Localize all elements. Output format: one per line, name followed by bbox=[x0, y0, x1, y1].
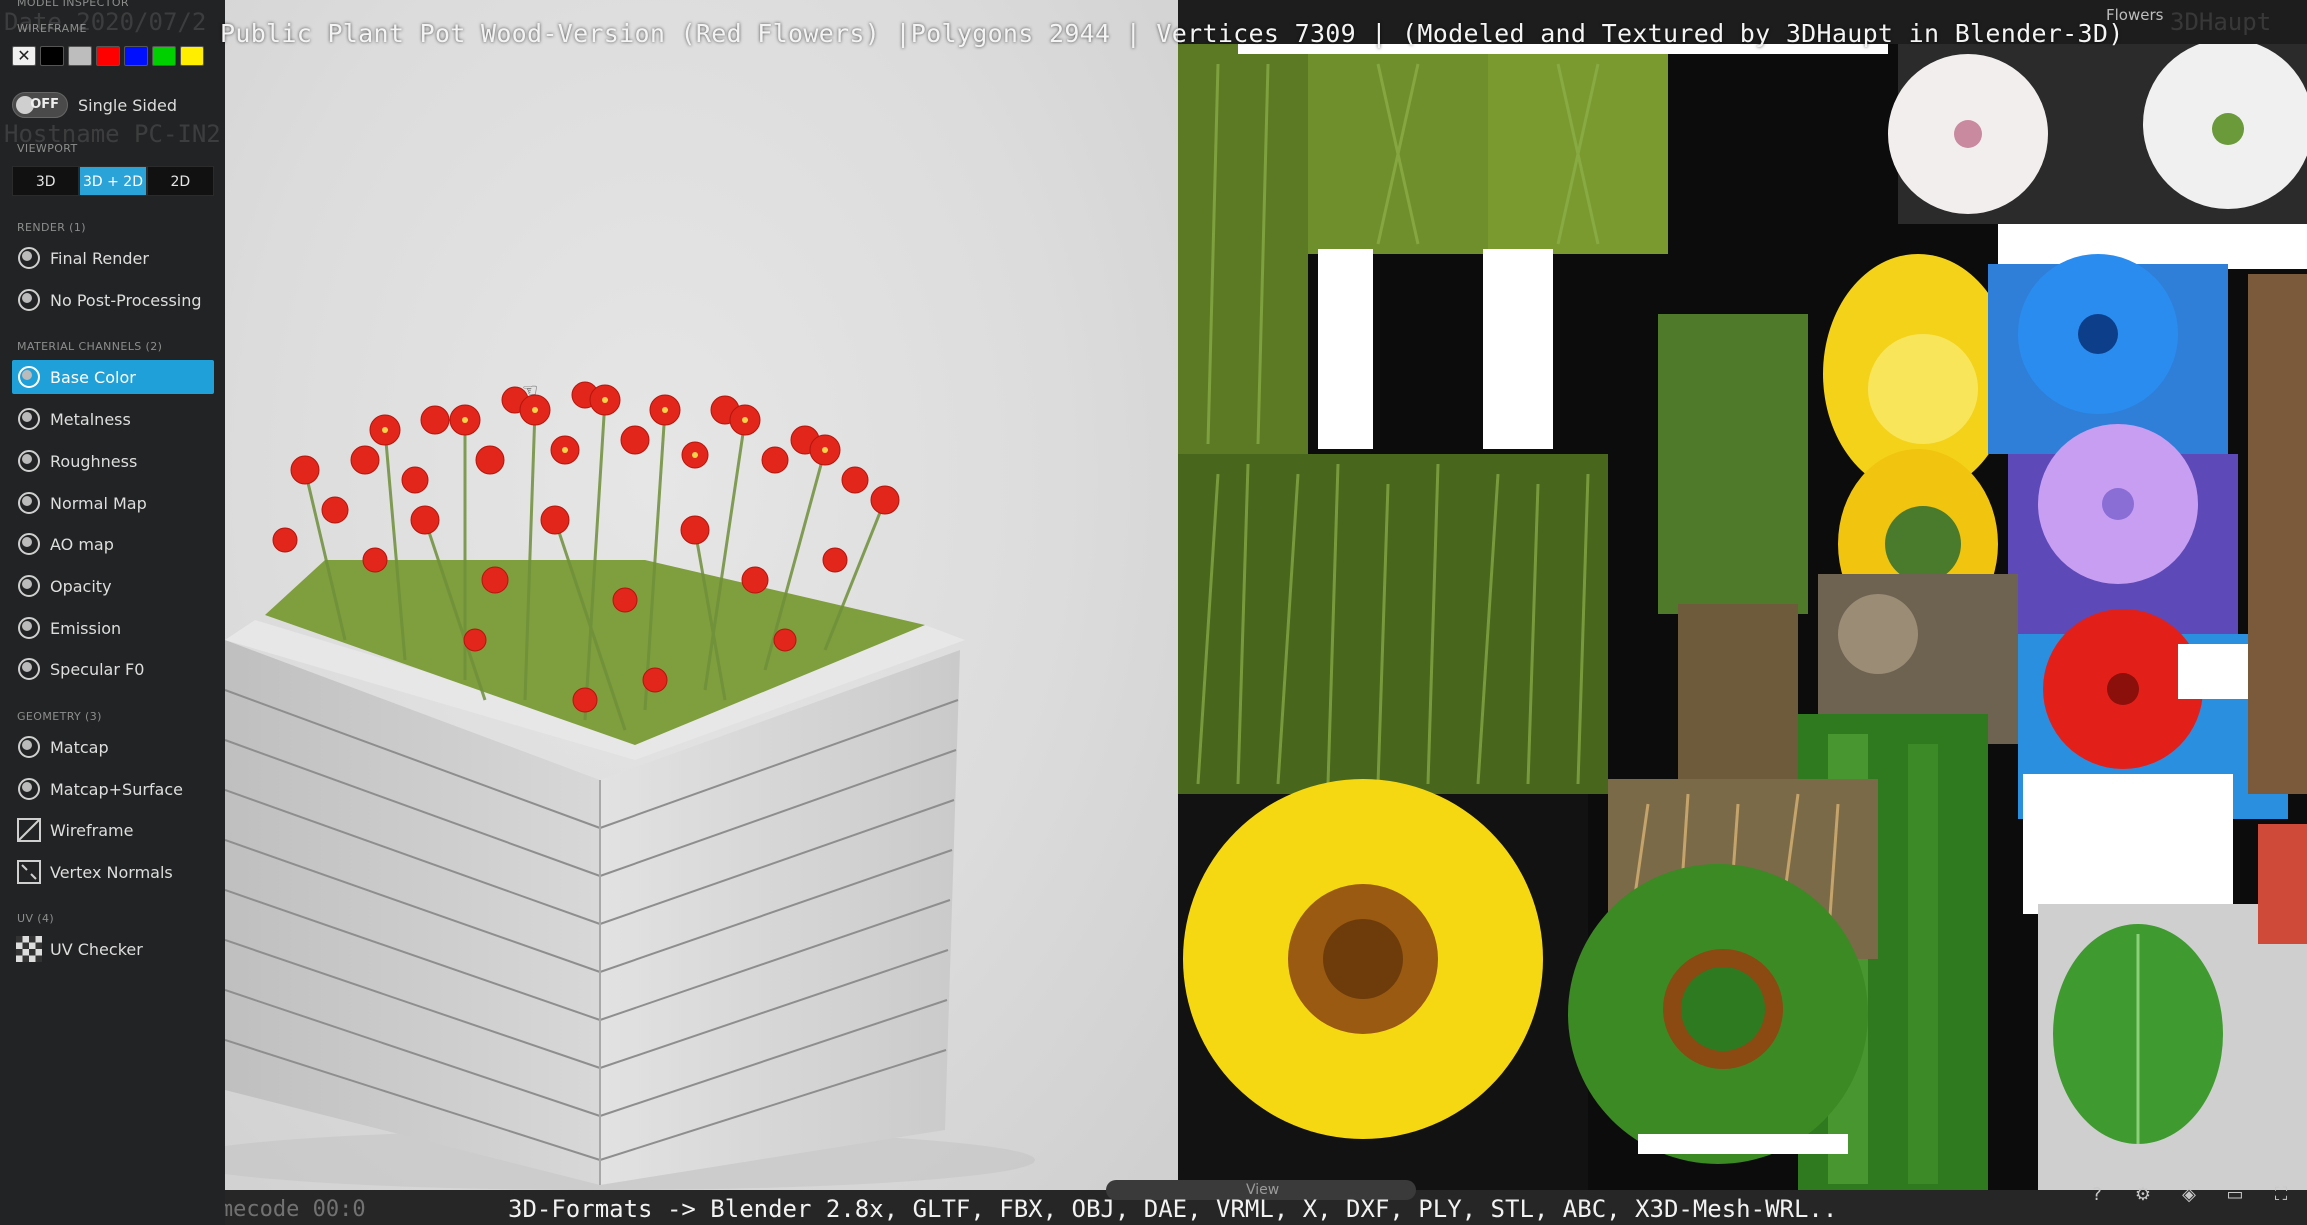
uv-checker-icon bbox=[16, 936, 42, 962]
menu-roughness[interactable]: Roughness bbox=[12, 444, 214, 478]
menu-wireframe[interactable]: Wireframe bbox=[12, 813, 214, 847]
uv-panel-label: Flowers bbox=[2106, 6, 2164, 24]
bottom-right-toolbar: ? ⚙ ◈ ▭ ⛶ bbox=[2085, 1184, 2293, 1205]
viewport-mode-group: 3D 3D + 2D 2D bbox=[12, 166, 214, 196]
menu-label: UV Checker bbox=[50, 939, 143, 959]
viewport-3d-button[interactable]: 3D bbox=[12, 166, 80, 196]
swatch-black[interactable] bbox=[40, 46, 64, 66]
menu-label: Metalness bbox=[50, 409, 131, 429]
section-label-geometry: GEOMETRY (3) bbox=[17, 710, 102, 723]
section-label-material: MATERIAL CHANNELS (2) bbox=[17, 340, 163, 353]
section-label-uv: UV (4) bbox=[17, 912, 55, 925]
matcap-surface-icon bbox=[16, 776, 42, 802]
menu-label: Vertex Normals bbox=[50, 862, 173, 882]
menu-label: AO map bbox=[50, 534, 114, 554]
vr-icon[interactable]: ▭ bbox=[2223, 1184, 2247, 1205]
menu-metalness[interactable]: Metalness bbox=[12, 402, 214, 436]
specular-sphere-icon bbox=[16, 656, 42, 682]
render-sphere-icon bbox=[16, 287, 42, 313]
model-title-overlay: Public Plant Pot Wood-Version (Red Flowe… bbox=[220, 19, 2124, 48]
dotted-sphere-icon bbox=[16, 448, 42, 474]
layers-icon[interactable]: ◈ bbox=[2177, 1184, 2201, 1205]
lightning-icon bbox=[16, 406, 42, 432]
menu-normal-map[interactable]: Normal Map bbox=[12, 486, 214, 520]
3d-viewport[interactable] bbox=[225, 0, 1178, 1190]
single-sided-toggle[interactable]: OFF bbox=[12, 92, 68, 118]
normal-map-icon bbox=[16, 490, 42, 516]
swatch-gray[interactable] bbox=[68, 46, 92, 66]
menu-matcap-surface[interactable]: Matcap+Surface bbox=[12, 772, 214, 806]
viewport-2d-button[interactable]: 2D bbox=[146, 166, 214, 196]
fullscreen-icon[interactable]: ⛶ bbox=[2269, 1184, 2293, 1205]
color-drop-icon bbox=[16, 364, 42, 390]
menu-label: No Post-Processing bbox=[50, 290, 202, 310]
section-label-render: RENDER (1) bbox=[17, 221, 86, 234]
wireframe-color-swatches: ✕ bbox=[12, 46, 204, 66]
viewport-3d-2d-button[interactable]: 3D + 2D bbox=[79, 166, 147, 196]
uv-texture-viewport[interactable] bbox=[1178, 44, 2307, 1190]
menu-emission[interactable]: Emission bbox=[12, 611, 214, 645]
menu-vertex-normals[interactable]: Vertex Normals bbox=[12, 855, 214, 889]
vertex-normals-icon bbox=[16, 859, 42, 885]
ghost-author-text: 3DHaupt bbox=[2170, 8, 2272, 36]
checker-sphere-icon bbox=[16, 573, 42, 599]
menu-label: Emission bbox=[50, 618, 122, 638]
swatch-blue[interactable] bbox=[124, 46, 148, 66]
help-icon[interactable]: ? bbox=[2085, 1184, 2109, 1205]
menu-label: Matcap+Surface bbox=[50, 779, 183, 799]
menu-specular-f0[interactable]: Specular F0 bbox=[12, 652, 214, 686]
close-icon[interactable]: ✕ bbox=[12, 46, 36, 66]
menu-no-post-processing[interactable]: No Post-Processing bbox=[12, 283, 214, 317]
swatch-red[interactable] bbox=[96, 46, 120, 66]
formats-caption: 3D-Formats -> Blender 2.8x, GLTF, FBX, O… bbox=[508, 1195, 1838, 1223]
ghost-hostname-text: Hostname PC-IN2 bbox=[4, 120, 221, 148]
single-sided-row: OFF Single Sided bbox=[12, 92, 177, 118]
menu-label: Roughness bbox=[50, 451, 138, 471]
cursor-hand-icon: ☜ bbox=[522, 380, 539, 401]
menu-matcap[interactable]: Matcap bbox=[12, 730, 214, 764]
menu-label: Normal Map bbox=[50, 493, 147, 513]
texture-atlas bbox=[1178, 44, 2307, 1190]
toggle-state: OFF bbox=[30, 97, 59, 112]
menu-ao-map[interactable]: AO map bbox=[12, 527, 214, 561]
render-sphere-icon bbox=[16, 245, 42, 271]
menu-label: Matcap bbox=[50, 737, 109, 757]
settings-icon[interactable]: ⚙ bbox=[2131, 1184, 2155, 1205]
matcap-sphere-icon bbox=[16, 734, 42, 760]
menu-uv-checker[interactable]: UV Checker bbox=[12, 932, 214, 966]
wireframe-icon bbox=[16, 817, 42, 843]
menu-base-color[interactable]: Base Color bbox=[12, 360, 214, 394]
menu-label: Specular F0 bbox=[50, 659, 145, 679]
planter-render bbox=[225, 381, 1035, 1190]
ghost-date-text: Date 2020/07/2 bbox=[4, 8, 207, 36]
menu-opacity[interactable]: Opacity bbox=[12, 569, 214, 603]
menu-label: Base Color bbox=[50, 367, 136, 387]
model-inspector-sidebar: Model Inspector WIREFRAME ✕ OFF Single S… bbox=[0, 0, 225, 1225]
menu-final-render[interactable]: Final Render bbox=[12, 241, 214, 275]
menu-label: Final Render bbox=[50, 248, 149, 268]
ao-sphere-icon bbox=[16, 531, 42, 557]
emission-icon bbox=[16, 615, 42, 641]
swatch-yellow[interactable] bbox=[180, 46, 204, 66]
menu-label: Wireframe bbox=[50, 820, 134, 840]
swatch-green[interactable] bbox=[152, 46, 176, 66]
menu-label: Opacity bbox=[50, 576, 112, 596]
single-sided-label: Single Sided bbox=[78, 95, 178, 115]
